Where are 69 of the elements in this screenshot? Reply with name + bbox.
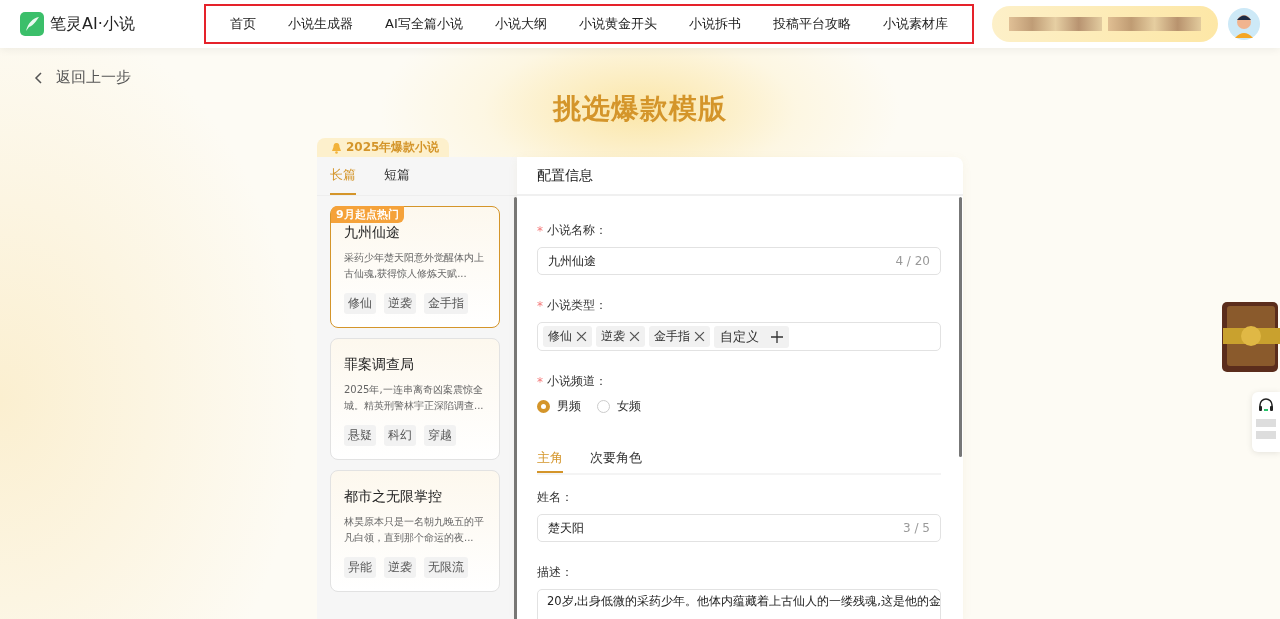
field-label: * 小说类型： (537, 297, 608, 314)
field-label: * 小说名称： (537, 222, 608, 239)
genre-tag: 逆袭 (384, 293, 416, 314)
avatar-icon[interactable] (1228, 8, 1260, 40)
nav-link[interactable]: 投稿平台攻略 (756, 15, 867, 33)
genre-tag: 科幻 (384, 425, 416, 446)
scrollbar[interactable] (514, 197, 517, 619)
char-counter: 4 / 20 (895, 254, 930, 268)
template-card[interactable]: 罪案调查局 2025年,一连串离奇凶案震惊全城。精英刑警林宇正深陷调查... 悬疑 科幻 穿越 (330, 338, 500, 460)
genre-tag: 异能 (344, 557, 376, 578)
char-counter: 3 / 5 (903, 521, 930, 535)
scrollbar[interactable] (959, 197, 962, 457)
genre-tag: 悬疑 (344, 425, 376, 446)
remove-icon[interactable] (629, 331, 640, 342)
card-title: 九州仙途 (344, 224, 401, 242)
nav-link[interactable]: AI写全篇小说 (369, 15, 479, 33)
channel-radio[interactable]: 男频 (537, 398, 581, 415)
name-input[interactable]: 楚天阳 3 / 5 (537, 514, 941, 542)
book-icon[interactable] (1220, 300, 1280, 373)
template-card[interactable]: 9月起点热门 九州仙途 采药少年楚天阳意外觉醒体内上古仙魂,获得惊人修炼天赋... 修仙 逆袭 金手指 (330, 206, 500, 328)
plus-icon (771, 330, 783, 343)
nav-link[interactable]: 小说大纲 (478, 15, 563, 33)
page-title: 挑选爆款模版 (551, 91, 728, 127)
card-summary: 林昊原本只是一名朝九晚五的平凡白领，直到那个命运的夜... (344, 515, 485, 545)
back-link[interactable]: 返回上一步 (34, 68, 131, 87)
bell-icon (331, 141, 342, 154)
genre-tag: 修仙 (344, 293, 376, 314)
section-badge: 2025年爆款小说 (317, 138, 450, 157)
custom-genre-button[interactable]: 自定义 (714, 325, 789, 348)
remove-icon[interactable] (576, 331, 587, 342)
genre-chip: 修仙 (543, 326, 592, 347)
template-card[interactable]: 都市之无限掌控 林昊原本只是一名朝九晚五的平凡白领，直到那个命运的夜... 异能 逆袭 无限流 (330, 470, 500, 592)
genre-input[interactable]: 修仙 逆袭 金手指 自定义 (537, 322, 941, 351)
required-mark: * (537, 298, 543, 313)
genre-tag: 无限流 (424, 557, 468, 578)
nav-link[interactable]: 首页 (230, 15, 272, 33)
support-widget[interactable] (1252, 392, 1280, 452)
length-tab[interactable]: 短篇 (384, 157, 410, 195)
nav-link[interactable]: 小说拆书 (672, 15, 757, 33)
radio-dot[interactable] (597, 400, 610, 413)
hot-ribbon: 9月起点热门 (331, 206, 404, 223)
card-summary: 采药少年楚天阳意外觉醒体内上古仙魂,获得惊人修炼天赋... (344, 251, 485, 281)
required-mark: * (537, 374, 543, 389)
field-label: 姓名： (537, 489, 574, 506)
card-summary: 2025年,一连串离奇凶案震惊全城。精英刑警林宇正深陷调查... (344, 383, 485, 413)
genre-tag: 穿越 (424, 425, 456, 446)
card-title: 都市之无限掌控 (344, 488, 443, 506)
chevron-left-icon (34, 71, 42, 84)
genre-tag: 逆袭 (384, 557, 416, 578)
radio-dot[interactable] (537, 400, 550, 413)
card-title: 罪案调查局 (344, 356, 415, 374)
field-label: 描述： (537, 564, 574, 581)
nav-link[interactable]: 小说黄金开头 (562, 15, 673, 33)
field-label: * 小说频道： (537, 373, 608, 390)
logo-text: 笔灵AI·小说 (50, 13, 135, 35)
role-tab[interactable]: 次要角色 (590, 445, 642, 473)
title-input[interactable]: 九州仙途 4 / 20 (537, 247, 941, 275)
nav-link[interactable]: 小说生成器 (272, 15, 369, 33)
required-mark: * (537, 223, 543, 238)
account-pill[interactable] (992, 6, 1218, 42)
panel-heading: 配置信息 (517, 157, 963, 196)
genre-chip: 逆袭 (596, 326, 645, 347)
remove-icon[interactable] (694, 331, 705, 342)
nav-link[interactable]: 小说素材库 (866, 15, 948, 33)
logo-icon (20, 12, 44, 36)
genre-chip: 金手指 (649, 326, 710, 347)
genre-tag: 金手指 (424, 293, 468, 314)
description-input[interactable]: 20岁,出身低微的采药少年。他体内蕴藏着上古仙人的一缕残魂,这是他的金 (537, 589, 941, 619)
channel-radio[interactable]: 女频 (597, 398, 641, 415)
